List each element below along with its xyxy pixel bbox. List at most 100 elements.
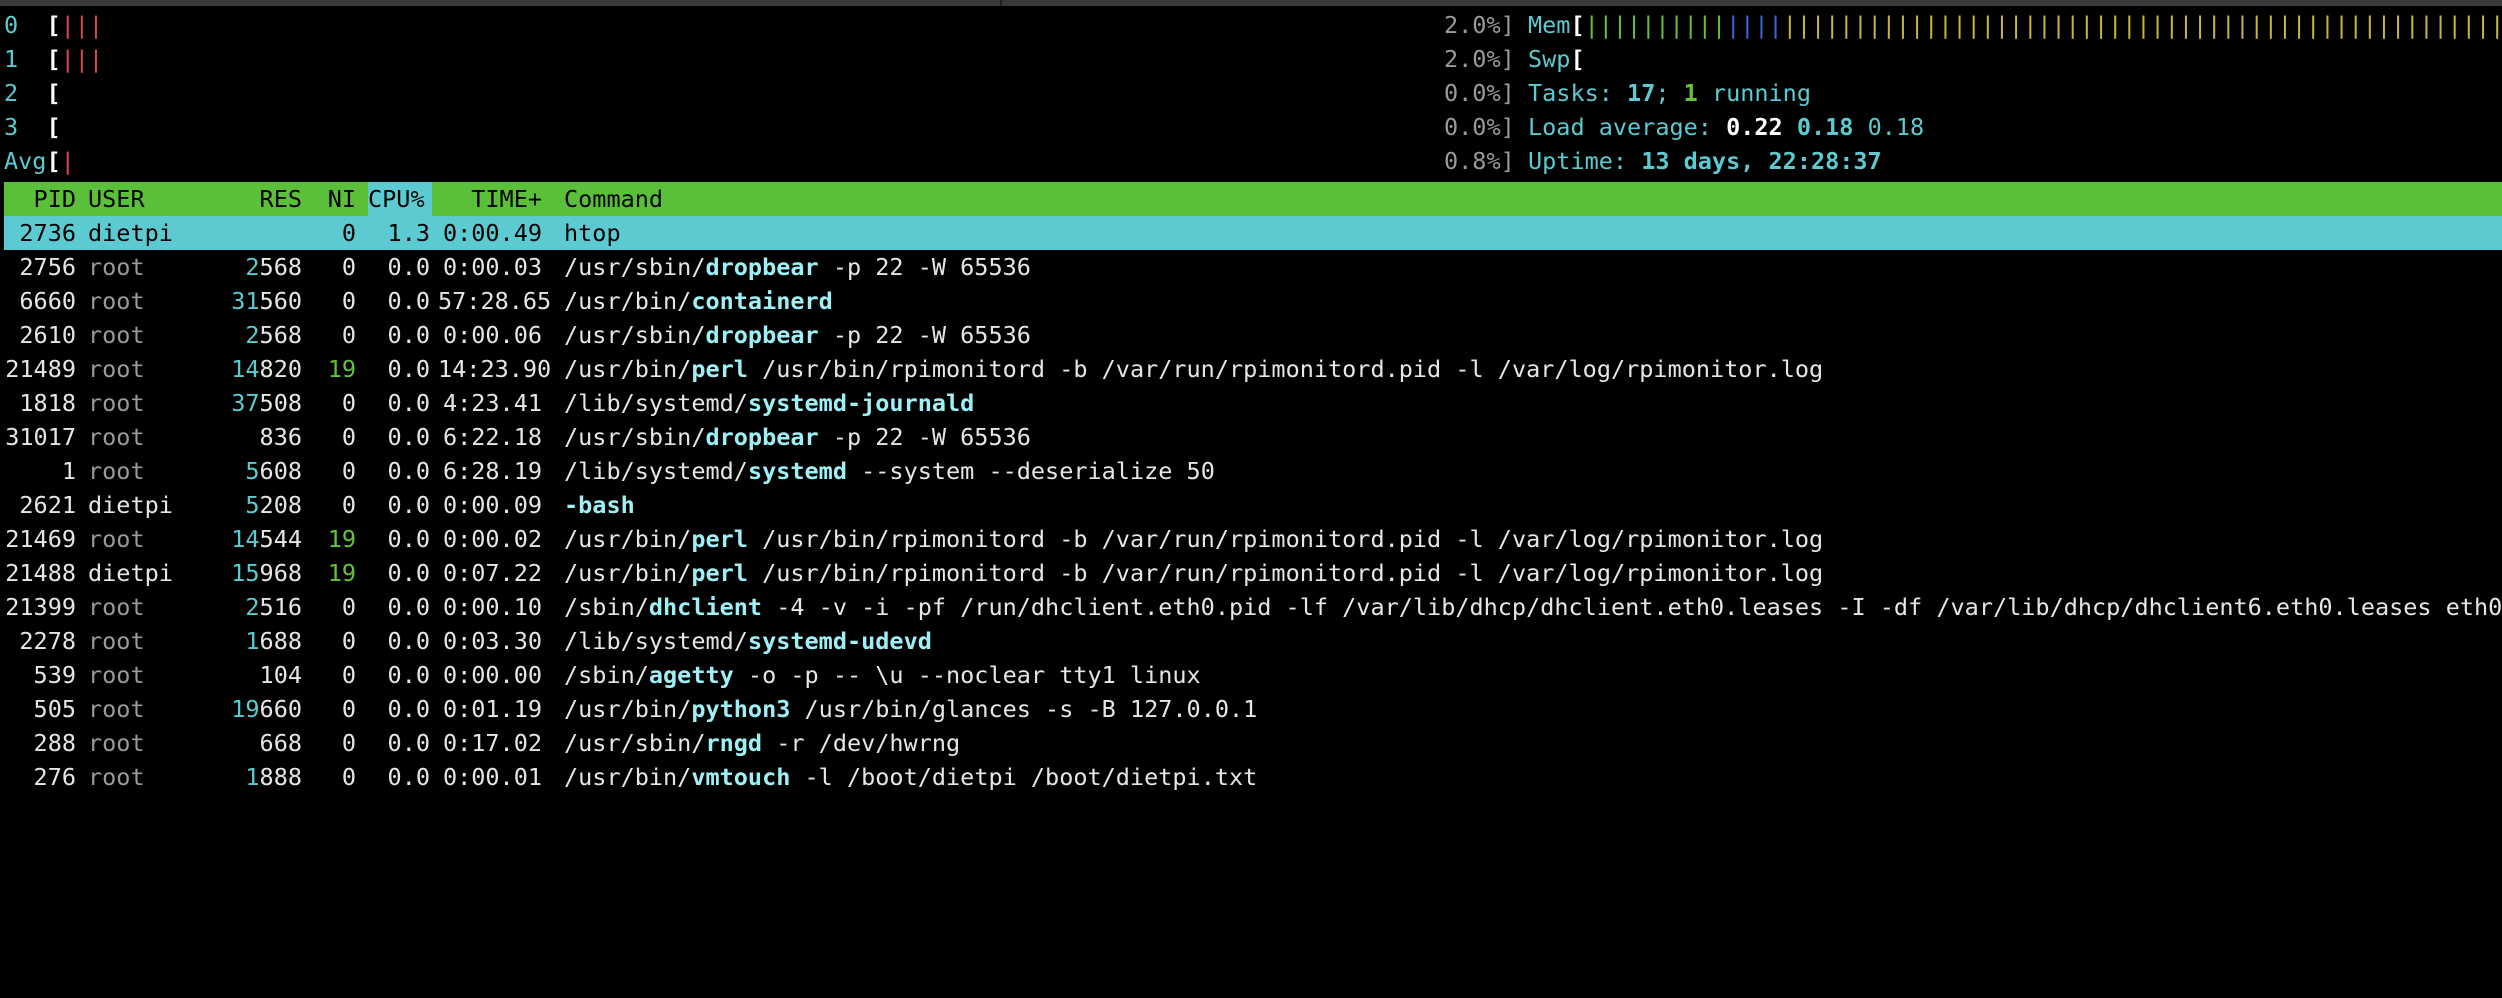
process-row[interactable]: 276 root 1888 0 0.0 0:00.01/usr/bin/vmtouch -… [4,760,2502,794]
pid: 288 [33,729,76,757]
nice: 0 [341,627,356,655]
column-user[interactable]: USER [88,182,145,216]
command-path: /usr/bin/ [564,355,692,383]
column-res[interactable]: RES [200,182,302,216]
process-row[interactable]: 288 root 668 0 0.0 0:17.02/usr/sbin/rngd -r /… [4,726,2502,760]
process-row[interactable]: 539 root 104 0 0.0 0:00.00/sbin/agetty -o -p … [4,658,2502,692]
res: 5608 [200,454,302,488]
process-row-selected[interactable]: 2736 dietpi 3632 0 1.3 0:00.49 htop [4,216,2502,250]
command: htop [564,216,621,250]
command-args: -p 22 -W 65536 [818,321,1031,349]
command: /usr/bin/python3 /usr/bin/glances -s -B … [564,692,1257,726]
command: /usr/sbin/dropbear -p 22 -W 65536 [564,250,1031,284]
process-row[interactable]: 21469 root 14544 19 0.0 0:00.02/usr/bin/perl … [4,522,2502,556]
process-row[interactable]: 2610 root 2568 0 0.0 0:00.06/usr/sbin/dropbea… [4,318,2502,352]
pid: 6660 [19,287,76,315]
tasks-meter: Tasks: 17; 1 running [1528,76,1811,110]
res-low: 668 [259,729,302,757]
res: 5208 [200,488,302,522]
res: 104 [200,658,302,692]
column-command[interactable]: Command [564,182,663,216]
command-args: -p 22 -W 65536 [818,253,1031,281]
pane-divider [1000,0,1002,6]
command-args: -o -p -- \u --noclear tty1 linux [733,661,1201,689]
res-high: 3632 [245,219,302,247]
res-low: 660 [259,695,302,723]
cpu-time: 0:00.02 [442,525,542,553]
load-meter: Load average: 0.22 0.18 0.18 [1528,110,1924,144]
command: /lib/systemd/systemd-journald [564,386,974,420]
command: /usr/sbin/rngd -r /dev/hwrng [564,726,960,760]
column-time[interactable]: TIME+ [438,182,542,216]
process-row[interactable]: 21489 root 14820 19 0.0 14:23.90/usr/bin/perl… [4,352,2502,386]
res-low: 888 [259,763,302,791]
command-path: /usr/bin/ [564,559,692,587]
command-binary: perl [691,355,748,383]
mem-bar-buffers: |||| [1726,11,1783,39]
user: root [88,355,145,383]
res-high: 2 [245,321,260,349]
tasks-label: Tasks: [1528,79,1628,107]
process-row[interactable]: 31017 root 836 0 0.0 6:22.18/usr/sbin/dropbea… [4,420,2502,454]
user: root [88,661,145,689]
column-pid[interactable]: PID [4,182,76,216]
res-low: 820 [259,355,302,383]
user: root [88,695,145,723]
res-high: 31 [231,287,260,315]
process-row[interactable]: 21488 dietpi 15968 19 0.0 0:07.22/usr/bin/per… [4,556,2502,590]
mem-meter: Mem[||||||||||||||||||||||||||||||||||||… [1528,8,2502,42]
swap-meter: Swp[ [1528,45,1585,73]
nice: 0 [341,457,356,485]
process-row[interactable]: 21399 root 2516 0 0.0 0:00.10/sbin/dhclient -… [4,590,2502,624]
res-low: 544 [259,525,302,553]
res-low: 560 [259,287,302,315]
cpu-time: 14:23.90 [438,355,552,383]
res-low: 208 [259,491,302,519]
column-cpu-sorted[interactable]: CPU% [368,182,432,216]
cpu-percent: 0.0 [387,389,430,417]
cpu-id: 1 [4,45,19,73]
res: 3632 [200,216,302,250]
cpu-time: 57:28.65 [438,287,552,315]
res-low: 968 [259,559,302,587]
process-row[interactable]: 2756 root 2568 0 0.0 0:00.03/usr/sbin/dropbea… [4,250,2502,284]
process-row[interactable]: 505 root 19660 0 0.0 0:01.19/usr/bin/python3 … [4,692,2502,726]
nice: 0 [341,219,356,247]
cpu-meter-1: 1 [||| [4,45,104,73]
cpu-percent: 1.3 [387,219,430,247]
cpu-time: 0:07.22 [442,559,542,587]
res: 14544 [200,522,302,556]
command-path: /usr/sbin/ [564,321,706,349]
res-high: 15 [231,559,260,587]
pid: 2621 [19,491,76,519]
process-row[interactable]: 2278 root 1688 0 0.0 0:03.30/lib/systemd/syst… [4,624,2502,658]
res: 19660 [200,692,302,726]
tasks-count: 17 [1627,79,1656,107]
uptime-value: 13 days, 22:28:37 [1641,147,1882,175]
user: root [88,627,145,655]
tasks-sep: ; [1655,79,1684,107]
process-row[interactable]: 6660 root 31560 0 0.0 57:28.65/usr/bin/contai… [4,284,2502,318]
res-low: 608 [259,457,302,485]
cpu-time: 6:22.18 [442,423,542,451]
command: /usr/bin/vmtouch -l /boot/dietpi /boot/d… [564,760,1257,794]
cpu-time: 4:23.41 [442,389,542,417]
process-row[interactable]: 2621 dietpi 5208 0 0.0 0:00.09 -bash [4,488,2502,522]
command: -bash [564,488,635,522]
column-ni[interactable]: NI [312,182,356,216]
cpu-bar: ||| [60,45,104,73]
command-binary: agetty [648,661,734,689]
nice: 0 [341,593,356,621]
cpu-id: 0 [4,11,19,39]
process-row[interactable]: 1 root 5608 0 0.0 6:28.19/lib/systemd/systemd… [4,454,2502,488]
command-binary: dropbear [705,423,819,451]
cpu-pct-avg: 0.8%] [1444,147,1515,175]
cpu-meter-avg: Avg[| [4,147,75,175]
res-low: 568 [259,253,302,281]
process-row[interactable]: 1818 root 37508 0 0.0 4:23.41/lib/systemd/sys… [4,386,2502,420]
command: /lib/systemd/systemd --system --deserial… [564,454,1215,488]
command-path: /usr/sbin/ [564,729,706,757]
cpu-id: 2 [4,79,19,107]
tasks-running: 1 [1683,79,1698,107]
res: 15968 [200,556,302,590]
